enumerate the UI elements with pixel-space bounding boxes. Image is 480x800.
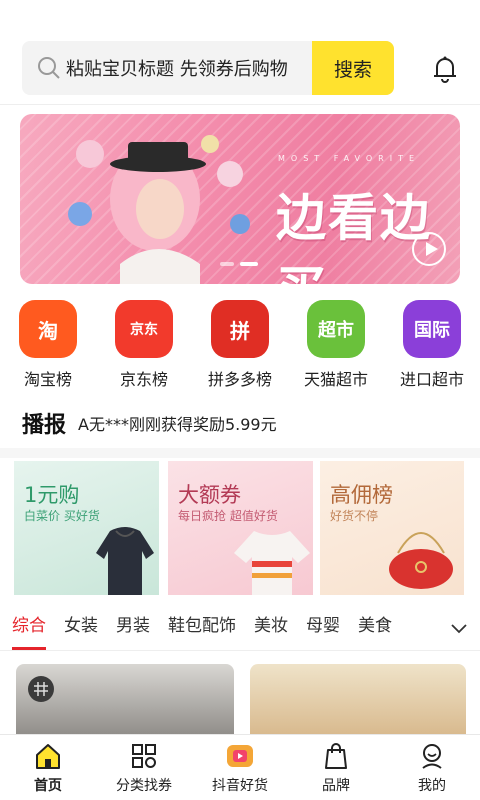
promo-subtitle: 每日疯抢 超值好货 xyxy=(178,509,278,523)
pinduoduo-icon: 拼 xyxy=(211,300,269,358)
chevron-down-icon xyxy=(451,624,467,634)
nav-label: 分类找券 xyxy=(116,777,172,794)
product-card-image[interactable] xyxy=(250,664,466,736)
tab-all[interactable]: 综合 xyxy=(12,606,46,650)
jacket-image xyxy=(96,527,154,595)
category-label: 拼多多榜 xyxy=(207,370,272,389)
broadcast-title: 播报 xyxy=(22,413,67,438)
search-bar[interactable]: 粘贴宝贝标题 先领券后购物 搜索 xyxy=(22,41,394,95)
category-tmall-supermarket[interactable]: 超市 天猫超市 xyxy=(298,300,374,390)
category-jd[interactable]: 京东 京东榜 xyxy=(106,300,182,390)
taobao-icon: 淘 xyxy=(19,300,77,358)
brand-bag-icon xyxy=(325,742,347,769)
nav-label: 抖音好货 xyxy=(212,777,268,794)
promo-title: 大额券 xyxy=(178,483,241,507)
search-icon xyxy=(38,57,60,79)
grid-icon xyxy=(132,743,156,768)
carousel-dot xyxy=(220,262,234,266)
category-taobao[interactable]: 淘 淘宝榜 xyxy=(10,300,86,390)
user-icon xyxy=(422,743,442,769)
tab-beauty[interactable]: 美妆 xyxy=(254,606,288,650)
nav-label: 我的 xyxy=(418,777,446,794)
broadcast-bar: 播报 A无***刚刚获得奖励5.99元 xyxy=(22,408,462,438)
tab-women[interactable]: 女装 xyxy=(64,606,98,650)
nav-douyin-goods[interactable]: 抖音好货 xyxy=(192,735,288,800)
section-gap xyxy=(0,448,480,458)
nav-label: 品牌 xyxy=(322,777,350,794)
tab-shoes-bags[interactable]: 鞋包配饰 xyxy=(168,606,236,650)
search-button[interactable]: 搜索 xyxy=(312,41,394,95)
bottom-nav: 首页 分类找券 抖音好货 品牌 我的 xyxy=(0,734,480,800)
category-import-supermarket[interactable]: 国际 进口超市 xyxy=(394,300,470,390)
category-pinduoduo[interactable]: 拼 拼多多榜 xyxy=(202,300,278,390)
tabs-expand-button[interactable] xyxy=(438,606,480,650)
category-label: 天猫超市 xyxy=(303,370,368,389)
promo-title: 高佣榜 xyxy=(330,483,393,507)
video-icon xyxy=(227,744,253,767)
nav-category-coupons[interactable]: 分类找券 xyxy=(96,735,192,800)
header: 粘贴宝贝标题 先领券后购物 搜索 xyxy=(22,40,462,96)
nav-mine[interactable]: 我的 xyxy=(384,735,480,800)
promo-big-coupon[interactable]: 大额券 每日疯抢 超值好货 xyxy=(168,461,313,595)
tab-food[interactable]: 美食 xyxy=(358,606,392,650)
global-icon: 国际 xyxy=(403,300,461,358)
nav-label: 首页 xyxy=(34,777,62,794)
bell-icon[interactable] xyxy=(428,52,462,86)
tab-men[interactable]: 男装 xyxy=(116,606,150,650)
tmall-supermarket-icon: 超市 xyxy=(307,300,365,358)
promo-high-commission[interactable]: 高佣榜 好货不停 xyxy=(320,461,464,595)
category-row: 淘 淘宝榜 京东 京东榜 拼 拼多多榜 超市 天猫超市 国际 进口超市 xyxy=(0,300,480,390)
jd-icon: 京东 xyxy=(115,300,173,358)
home-icon xyxy=(36,743,60,769)
category-tabs: 综合 女装 男装 鞋包配饰 美妆 母婴 美食 xyxy=(0,606,480,650)
carousel-dot-active xyxy=(240,262,258,266)
nav-home[interactable]: 首页 xyxy=(0,735,96,800)
bag-product-icon xyxy=(28,676,54,702)
nav-brand[interactable]: 品牌 xyxy=(288,735,384,800)
handbag-image xyxy=(389,532,453,589)
promo-one-yuan[interactable]: 1元购 白菜价 买好货 xyxy=(14,461,159,595)
header-divider xyxy=(0,104,480,105)
promo-subtitle: 白菜价 买好货 xyxy=(24,509,100,523)
banner-title: 边看边买 xyxy=(276,189,432,284)
category-label: 进口超市 xyxy=(399,370,464,389)
promo-title: 1元购 xyxy=(24,483,80,507)
search-input[interactable]: 粘贴宝贝标题 先领券后购物 xyxy=(66,55,312,81)
broadcast-text: A无***刚刚获得奖励5.99元 xyxy=(78,415,277,434)
play-icon[interactable] xyxy=(412,232,446,266)
carousel-indicator xyxy=(220,262,258,266)
category-label: 京东榜 xyxy=(119,370,168,389)
category-label: 淘宝榜 xyxy=(23,370,72,389)
product-card-image[interactable] xyxy=(16,664,234,736)
banner-carousel[interactable]: MOST FAVORITE 边看边买 xyxy=(20,114,460,284)
tabs-divider xyxy=(0,650,480,651)
banner-subtitle: MOST FAVORITE xyxy=(278,154,421,163)
banner-model-image xyxy=(68,135,250,284)
promo-subtitle: 好货不停 xyxy=(330,509,379,523)
sweater-image xyxy=(234,531,310,595)
tab-baby[interactable]: 母婴 xyxy=(306,606,340,650)
